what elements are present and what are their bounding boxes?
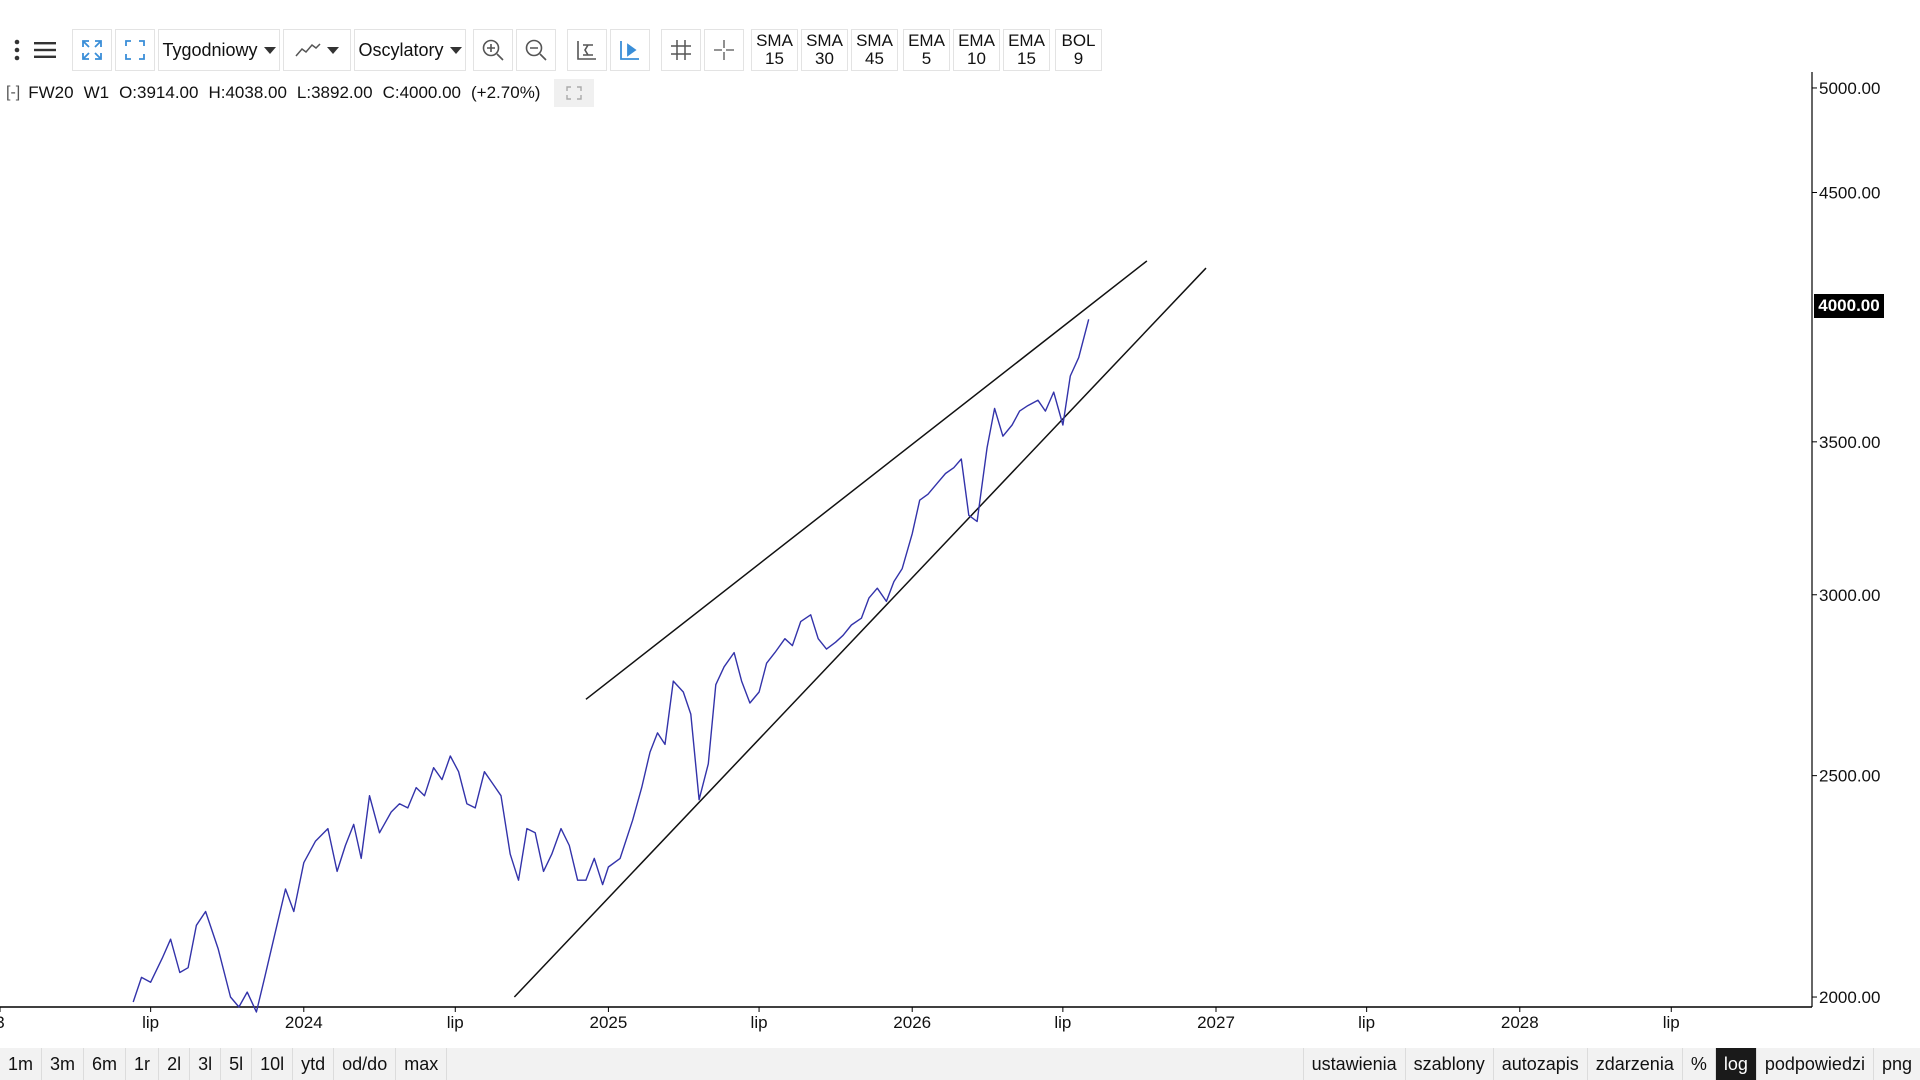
x-tick-label: 3 xyxy=(0,1013,5,1032)
indicator-label: SMA xyxy=(806,31,843,50)
trend-line xyxy=(513,267,1207,998)
x-tick-label: lip xyxy=(751,1013,768,1032)
indicator-period: 15 xyxy=(1017,49,1036,68)
x-tick-label: lip xyxy=(1663,1013,1680,1032)
x-tick-label: 2026 xyxy=(893,1013,931,1032)
option-button-zdarzenia[interactable]: zdarzenia xyxy=(1586,1048,1682,1080)
indicator-sma-30-button[interactable]: SMA 30 xyxy=(801,29,848,71)
range-button-3l[interactable]: 3l xyxy=(190,1048,222,1080)
indicator-ema-10-button[interactable]: EMA 10 xyxy=(953,29,1000,71)
indicator-period: 30 xyxy=(815,49,834,68)
option-button-ustawienia[interactable]: ustawienia xyxy=(1302,1048,1405,1080)
scroll-to-end-icon[interactable] xyxy=(610,29,650,71)
indicator-label: SMA xyxy=(756,31,793,50)
x-tick-label: lip xyxy=(1358,1013,1375,1032)
range-button-max[interactable]: max xyxy=(396,1048,448,1080)
x-tick-label: 2024 xyxy=(285,1013,323,1032)
option-button-szablony[interactable]: szablony xyxy=(1404,1048,1493,1080)
range-button-od-do[interactable]: od/do xyxy=(334,1048,397,1080)
option-button-podpowiedzi[interactable]: podpowiedzi xyxy=(1755,1048,1873,1080)
indicator-bol-9-button[interactable]: BOL 9 xyxy=(1055,29,1102,71)
y-tick-label: 3000.00 xyxy=(1819,586,1880,605)
indicator-sma-45-button[interactable]: SMA 45 xyxy=(851,29,898,71)
current-price-badge: 4000.00 xyxy=(1814,294,1884,318)
range-button-1m[interactable]: 1m xyxy=(0,1048,43,1080)
fullscreen-expand-icon[interactable] xyxy=(72,29,112,71)
line-chart-icon xyxy=(295,43,321,57)
option-button-log[interactable]: log xyxy=(1714,1048,1756,1080)
indicator-sma-15-button[interactable]: SMA 15 xyxy=(751,29,798,71)
indicator-ema-15-button[interactable]: EMA 15 xyxy=(1003,29,1050,71)
trend-line xyxy=(585,260,1148,700)
indicator-label: BOL xyxy=(1061,31,1096,50)
indicator-period: 10 xyxy=(967,49,986,68)
indicator-label: EMA xyxy=(1008,31,1045,50)
range-button-10l[interactable]: 10l xyxy=(252,1048,294,1080)
crosshair-icon[interactable] xyxy=(704,29,744,71)
option-button-percent[interactable]: % xyxy=(1681,1048,1715,1080)
indicator-label: EMA xyxy=(908,31,945,50)
chart-type-dropdown[interactable] xyxy=(283,29,351,71)
indicator-label: EMA xyxy=(958,31,995,50)
y-tick-label: 4500.00 xyxy=(1819,183,1880,202)
fullscreen-icon[interactable] xyxy=(115,29,155,71)
indicator-period: 45 xyxy=(865,49,884,68)
toolbar: Tygodniowy Oscylatory SMA 15 SMA 30 SMA … xyxy=(0,28,1920,72)
x-tick-label: 2025 xyxy=(590,1013,628,1032)
chevron-down-icon xyxy=(327,46,339,54)
y-tick-label: 5000.00 xyxy=(1819,79,1880,98)
range-button-5l[interactable]: 5l xyxy=(221,1048,253,1080)
range-button-2l[interactable]: 2l xyxy=(159,1048,191,1080)
range-button-1r[interactable]: 1r xyxy=(126,1048,160,1080)
range-buttons: 1m 3m 6m 1r 2l 3l 5l 10l ytd od/do max xyxy=(0,1048,448,1080)
price-chart[interactable]: 5000.00 4500.00 3500.00 3000.00 2500.00 2000.… xyxy=(0,72,1920,1048)
interval-dropdown[interactable]: Tygodniowy xyxy=(158,29,280,71)
chevron-down-icon xyxy=(263,46,276,54)
option-buttons: ustawienia szablony autozapis zdarzenia% log… xyxy=(1302,1048,1920,1080)
range-button-3m[interactable]: 3m xyxy=(42,1048,85,1080)
y-tick-label: 3500.00 xyxy=(1819,433,1880,452)
x-tick-label: lip xyxy=(142,1013,159,1032)
chevron-down-icon xyxy=(449,46,462,54)
option-button-autozapis[interactable]: autozapis xyxy=(1492,1048,1587,1080)
range-button-6m[interactable]: 6m xyxy=(84,1048,127,1080)
y-tick-label: 2500.00 xyxy=(1819,767,1880,786)
oscillators-dropdown-label: Oscylatory xyxy=(358,39,444,60)
bottom-bar: 1m 3m 6m 1r 2l 3l 5l 10l ytd od/do max ustawienia s… xyxy=(0,1048,1920,1080)
indicator-period: 9 xyxy=(1073,49,1084,68)
x-tick-label: 2027 xyxy=(1197,1013,1235,1032)
grid-icon[interactable] xyxy=(661,29,701,71)
zoom-in-icon[interactable] xyxy=(473,29,513,71)
indicator-ema-5-button[interactable]: EMA 5 xyxy=(903,29,950,71)
indicator-period: 15 xyxy=(765,49,784,68)
interval-dropdown-label: Tygodniowy xyxy=(162,39,258,60)
fit-range-icon[interactable] xyxy=(567,29,607,71)
range-button-ytd[interactable]: ytd xyxy=(293,1048,335,1080)
zoom-out-icon[interactable] xyxy=(516,29,556,71)
more-vertical-icon[interactable] xyxy=(8,29,26,71)
menu-icon[interactable] xyxy=(29,29,61,71)
price-series-line xyxy=(132,319,1090,1013)
chart-app: Tygodniowy Oscylatory SMA 15 SMA 30 SMA … xyxy=(0,0,1920,1080)
x-tick-label: 2028 xyxy=(1501,1013,1539,1032)
option-button-png[interactable]: png xyxy=(1872,1048,1920,1080)
x-tick-label: lip xyxy=(447,1013,464,1032)
x-tick-label: lip xyxy=(1054,1013,1071,1032)
indicator-period: 5 xyxy=(921,49,932,68)
indicator-label: SMA xyxy=(856,31,893,50)
y-tick-label: 2000.00 xyxy=(1819,988,1880,1007)
oscillators-dropdown[interactable]: Oscylatory xyxy=(354,29,466,71)
